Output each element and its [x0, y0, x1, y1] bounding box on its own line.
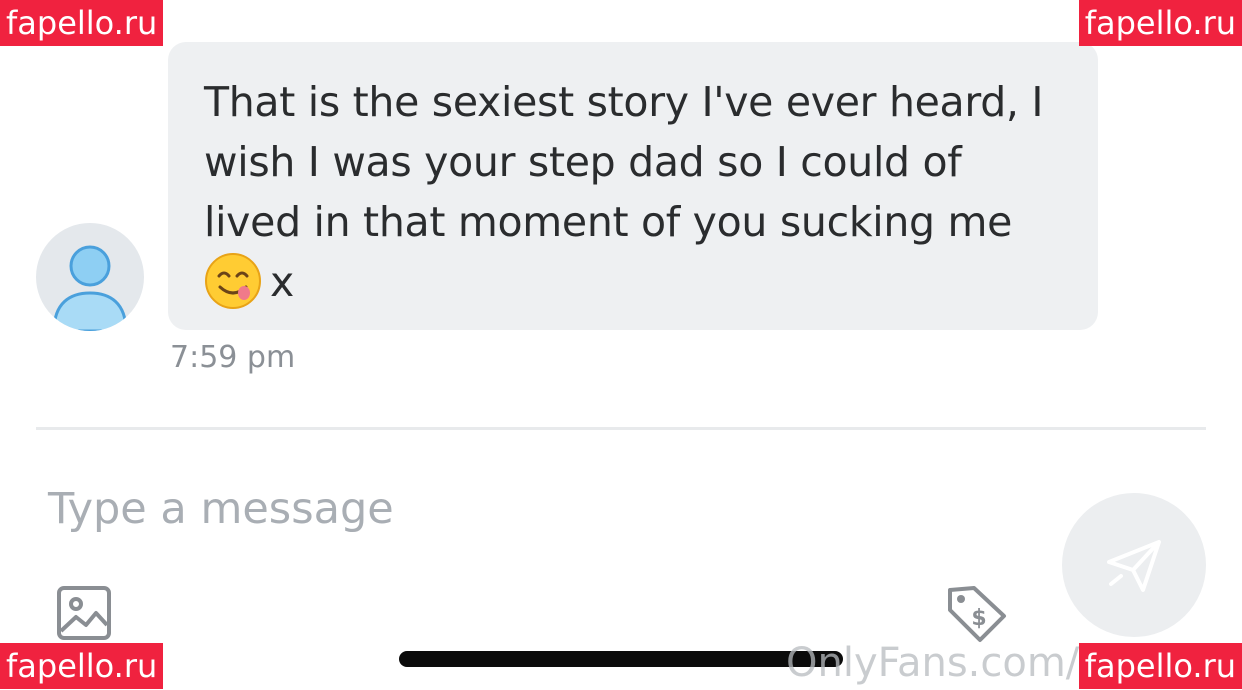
svg-text:$: $ — [971, 606, 986, 631]
message-bubble[interactable]: That is the sexiest story I've ever hear… — [168, 42, 1098, 330]
composer-divider — [36, 427, 1206, 430]
avatar[interactable] — [36, 223, 144, 331]
watermark-badge: fapello.ru — [1078, 643, 1242, 689]
watermark-badge: fapello.ru — [0, 643, 164, 689]
user-silhouette-icon — [52, 245, 128, 331]
face-savoring-food-emoji-icon — [205, 253, 261, 309]
watermark-badge: fapello.ru — [0, 0, 164, 46]
message-text-block: That is the sexiest story I've ever hear… — [204, 72, 1062, 312]
message-text: That is the sexiest story I've ever hear… — [204, 78, 1044, 246]
watermark-badge: fapello.ru — [1078, 0, 1242, 46]
chat-screen: That is the sexiest story I've ever hear… — [0, 0, 1242, 690]
paper-plane-icon — [1107, 540, 1161, 592]
message-timestamp: 7:59 pm — [170, 340, 296, 375]
home-indicator — [399, 651, 843, 667]
image-icon[interactable] — [56, 585, 112, 641]
message-suffix: x — [270, 258, 294, 306]
message-input[interactable]: Type a message — [48, 484, 394, 534]
site-watermark: OnlyFans.com/k — [786, 640, 1103, 686]
send-button[interactable] — [1062, 493, 1206, 637]
price-tag-icon[interactable]: $ — [946, 584, 1010, 646]
